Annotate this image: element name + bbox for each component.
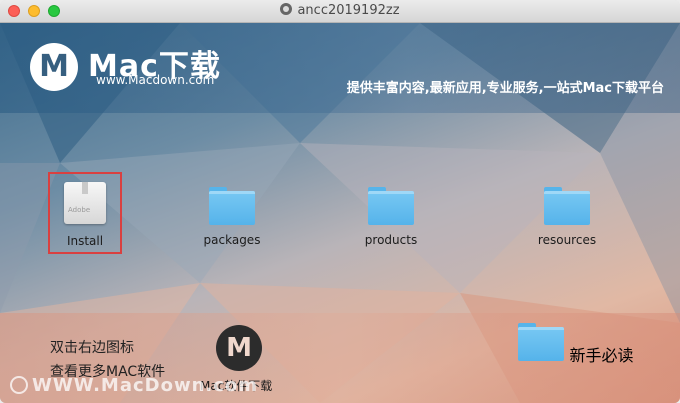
install-label: Install (66, 234, 104, 248)
watermark-text: WWW.MacDown.com (32, 375, 259, 396)
resources-label: resources (537, 233, 597, 247)
folder-icon (209, 187, 255, 225)
title-bar[interactable]: ancc2019192zz (0, 0, 680, 23)
footer-band: 双击右边图标 查看更多MAC软件 Mac软件下载 WWW.MacDown.com… (0, 313, 680, 403)
folder-icon (368, 187, 414, 225)
mac-software-logo-icon[interactable] (216, 325, 262, 371)
installer-badge: Adobe (68, 206, 91, 214)
logo-url: www.Macdown.com (96, 73, 215, 87)
disk-image-icon (280, 3, 293, 15)
slogan: 提供丰富内容,最新应用,专业服务,一站式Mac下载平台 (346, 81, 664, 96)
macdown-logo-icon (30, 43, 78, 91)
packages-label: packages (203, 233, 261, 247)
footer-hint-line1: 双击右边图标 (50, 340, 134, 356)
products-item[interactable]: products (331, 187, 451, 247)
packages-item[interactable]: packages (172, 187, 292, 247)
beginner-guide-item[interactable]: 新手必读 (516, 323, 636, 366)
installer-box-icon: Adobe (64, 182, 106, 224)
dmg-window: ancc2019192zz Mac下载 www.Macdown.com 提供丰富… (0, 0, 680, 403)
beginner-guide-label: 新手必读 (569, 346, 634, 365)
watermark: WWW.MacDown.com (10, 375, 258, 396)
resources-item[interactable]: resources (507, 187, 627, 247)
window-title-wrap: ancc2019192zz (0, 3, 680, 18)
folder-icon (518, 323, 565, 361)
installer-background: Mac下载 www.Macdown.com 提供丰富内容,最新应用,专业服务,一… (0, 23, 680, 403)
products-label: products (364, 233, 418, 247)
folder-icon (544, 187, 590, 225)
window-title: ancc2019192zz (297, 3, 400, 18)
watermark-logo-icon (10, 376, 28, 394)
install-item[interactable]: Adobe Install (48, 172, 122, 254)
